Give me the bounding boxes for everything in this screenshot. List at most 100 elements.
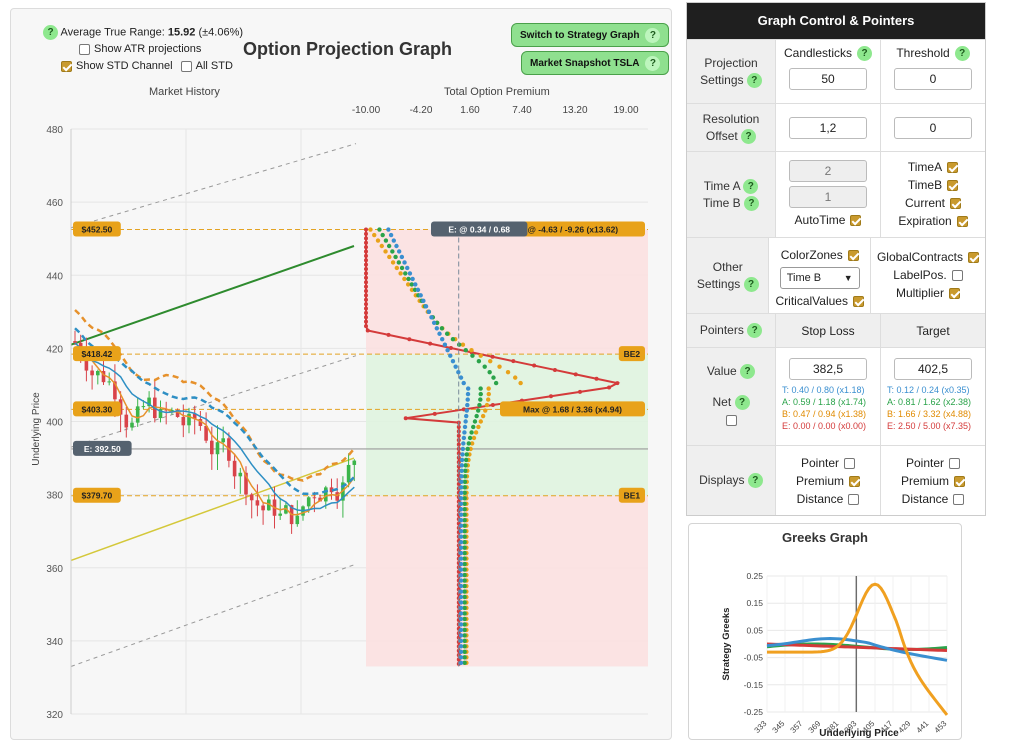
curve-point xyxy=(440,337,445,342)
time-a-toggle[interactable]: TimeA xyxy=(887,158,979,176)
value-label: Value xyxy=(706,363,737,378)
stop-loss-stats: T: 0.40 / 0.80 (x1.18) A: 0.59 / 1.18 (x1… xyxy=(782,384,874,432)
curve-point xyxy=(453,364,458,369)
curve-point xyxy=(444,331,450,336)
projection-chart[interactable]: 480 460 440 420 400 380 360 340 320 Underlying Pr… xyxy=(11,9,671,729)
checkbox-checked-icon[interactable] xyxy=(956,215,968,227)
curve-point xyxy=(477,402,482,408)
threshold-input[interactable]: 0 xyxy=(894,68,972,90)
checkbox-icon[interactable] xyxy=(844,457,856,469)
sl-pointer-toggle[interactable]: Pointer xyxy=(782,454,874,472)
greeks-y-title: Strategy Greeks xyxy=(721,608,732,681)
sl-distance-toggle[interactable]: Distance xyxy=(782,490,874,508)
curve-point xyxy=(458,556,464,561)
help-icon[interactable]: ? xyxy=(857,45,873,61)
help-icon[interactable]: ? xyxy=(743,276,759,292)
curve-point xyxy=(467,435,473,441)
time-b-input[interactable]: 1 xyxy=(789,186,867,208)
chevron-down-icon: ▼ xyxy=(843,273,853,283)
checkbox-checked-icon[interactable] xyxy=(849,475,860,487)
curve-point xyxy=(388,232,394,238)
sl-premium-toggle[interactable]: Premium xyxy=(782,472,874,490)
curve-point xyxy=(607,385,612,390)
checkbox-icon[interactable] xyxy=(953,493,965,505)
candle-body xyxy=(238,472,243,477)
curve-point xyxy=(394,265,400,271)
labelpos-toggle[interactable]: LabelPos. xyxy=(877,266,979,284)
global-contracts-toggle[interactable]: GlobalContracts xyxy=(877,248,979,266)
candle-body xyxy=(255,500,260,506)
checkbox-icon[interactable] xyxy=(949,457,961,469)
current-toggle[interactable]: Current xyxy=(887,194,979,212)
x-tick-label: -10.00 xyxy=(352,105,381,116)
curve-point xyxy=(405,265,410,271)
help-icon[interactable]: ? xyxy=(743,195,759,211)
loss-zone xyxy=(366,229,648,355)
candlesticks-input[interactable]: 50 xyxy=(789,68,867,90)
candle-body xyxy=(135,406,140,423)
resolution-input[interactable]: 1,2 xyxy=(789,116,867,139)
critical-values-toggle[interactable]: CriticalValues xyxy=(775,292,864,310)
help-icon[interactable]: ? xyxy=(741,128,757,144)
tg-pointer-toggle[interactable]: Pointer xyxy=(887,454,979,472)
curve-point xyxy=(505,369,511,375)
help-icon[interactable]: ? xyxy=(740,363,756,379)
help-icon[interactable]: ? xyxy=(747,473,763,489)
curve-point xyxy=(469,348,474,353)
curve-point xyxy=(465,386,471,391)
greeks-chart[interactable]: 0.250.150.05-0.05-0.15-0.25333 345 357 369 3… xyxy=(689,548,961,738)
curve-point xyxy=(458,375,464,380)
curve-point xyxy=(458,567,464,572)
time-select[interactable]: Time B ▼ xyxy=(779,267,860,289)
target-input[interactable]: 402,5 xyxy=(894,358,972,380)
tg-premium-toggle[interactable]: Premium xyxy=(887,472,979,490)
curve-point xyxy=(484,402,490,408)
expiration-toggle[interactable]: Expiration xyxy=(887,212,979,230)
target-header: Target xyxy=(880,314,985,347)
checkbox-icon[interactable] xyxy=(848,493,860,505)
candle-body xyxy=(306,497,311,507)
curve-point xyxy=(393,254,398,260)
help-icon[interactable]: ? xyxy=(743,178,759,194)
checkbox-checked-icon[interactable] xyxy=(850,214,862,226)
checkbox-checked-icon[interactable] xyxy=(947,179,959,191)
curve-point xyxy=(458,611,464,616)
net-checkbox[interactable] xyxy=(725,414,737,426)
curve-point xyxy=(403,271,408,276)
checkbox-checked-icon[interactable] xyxy=(847,249,859,261)
checkbox-checked-icon[interactable] xyxy=(954,475,965,487)
curve-point xyxy=(450,337,456,342)
curve-point xyxy=(486,386,491,391)
time-b-toggle[interactable]: TimeB xyxy=(887,176,979,194)
help-icon[interactable]: ? xyxy=(954,45,970,61)
current-tag: E: @ 0.34 / 0.68 xyxy=(448,225,510,235)
checkbox-checked-icon[interactable] xyxy=(948,287,960,299)
curve-point xyxy=(410,276,415,282)
checkbox-checked-icon[interactable] xyxy=(950,197,961,209)
curve-point xyxy=(402,276,407,282)
offset-input[interactable]: 0 xyxy=(894,116,972,139)
colorzones-toggle[interactable]: ColorZones xyxy=(775,246,863,264)
help-icon[interactable]: ? xyxy=(734,394,750,410)
tg-distance-toggle[interactable]: Distance xyxy=(887,490,979,508)
greeks-x-tick: 429 xyxy=(897,719,913,735)
checkbox-checked-icon[interactable] xyxy=(852,295,864,307)
curve-point xyxy=(364,240,368,245)
help-icon[interactable]: ? xyxy=(747,323,763,339)
time-a-input[interactable]: 2 xyxy=(789,160,867,182)
checkbox-checked-icon[interactable] xyxy=(947,161,959,173)
stop-loss-input[interactable]: 382,5 xyxy=(789,358,867,380)
checkbox-checked-icon[interactable] xyxy=(968,251,979,263)
autotime-toggle[interactable]: AutoTime xyxy=(782,211,874,229)
sl-pointer-label: Pointer xyxy=(800,456,840,470)
curve-point xyxy=(459,485,464,490)
curve-point xyxy=(386,243,392,249)
help-icon[interactable]: ? xyxy=(746,72,762,88)
graph-control-panel: Graph Control & Pointers Projection Sett… xyxy=(686,2,986,516)
candle-body xyxy=(96,370,100,376)
curve-point xyxy=(461,441,466,446)
multiplier-toggle[interactable]: Multiplier xyxy=(877,284,979,302)
value-label-cell: Value ? Net ? xyxy=(687,348,775,445)
curve-point xyxy=(462,430,467,435)
checkbox-icon[interactable] xyxy=(951,269,963,281)
